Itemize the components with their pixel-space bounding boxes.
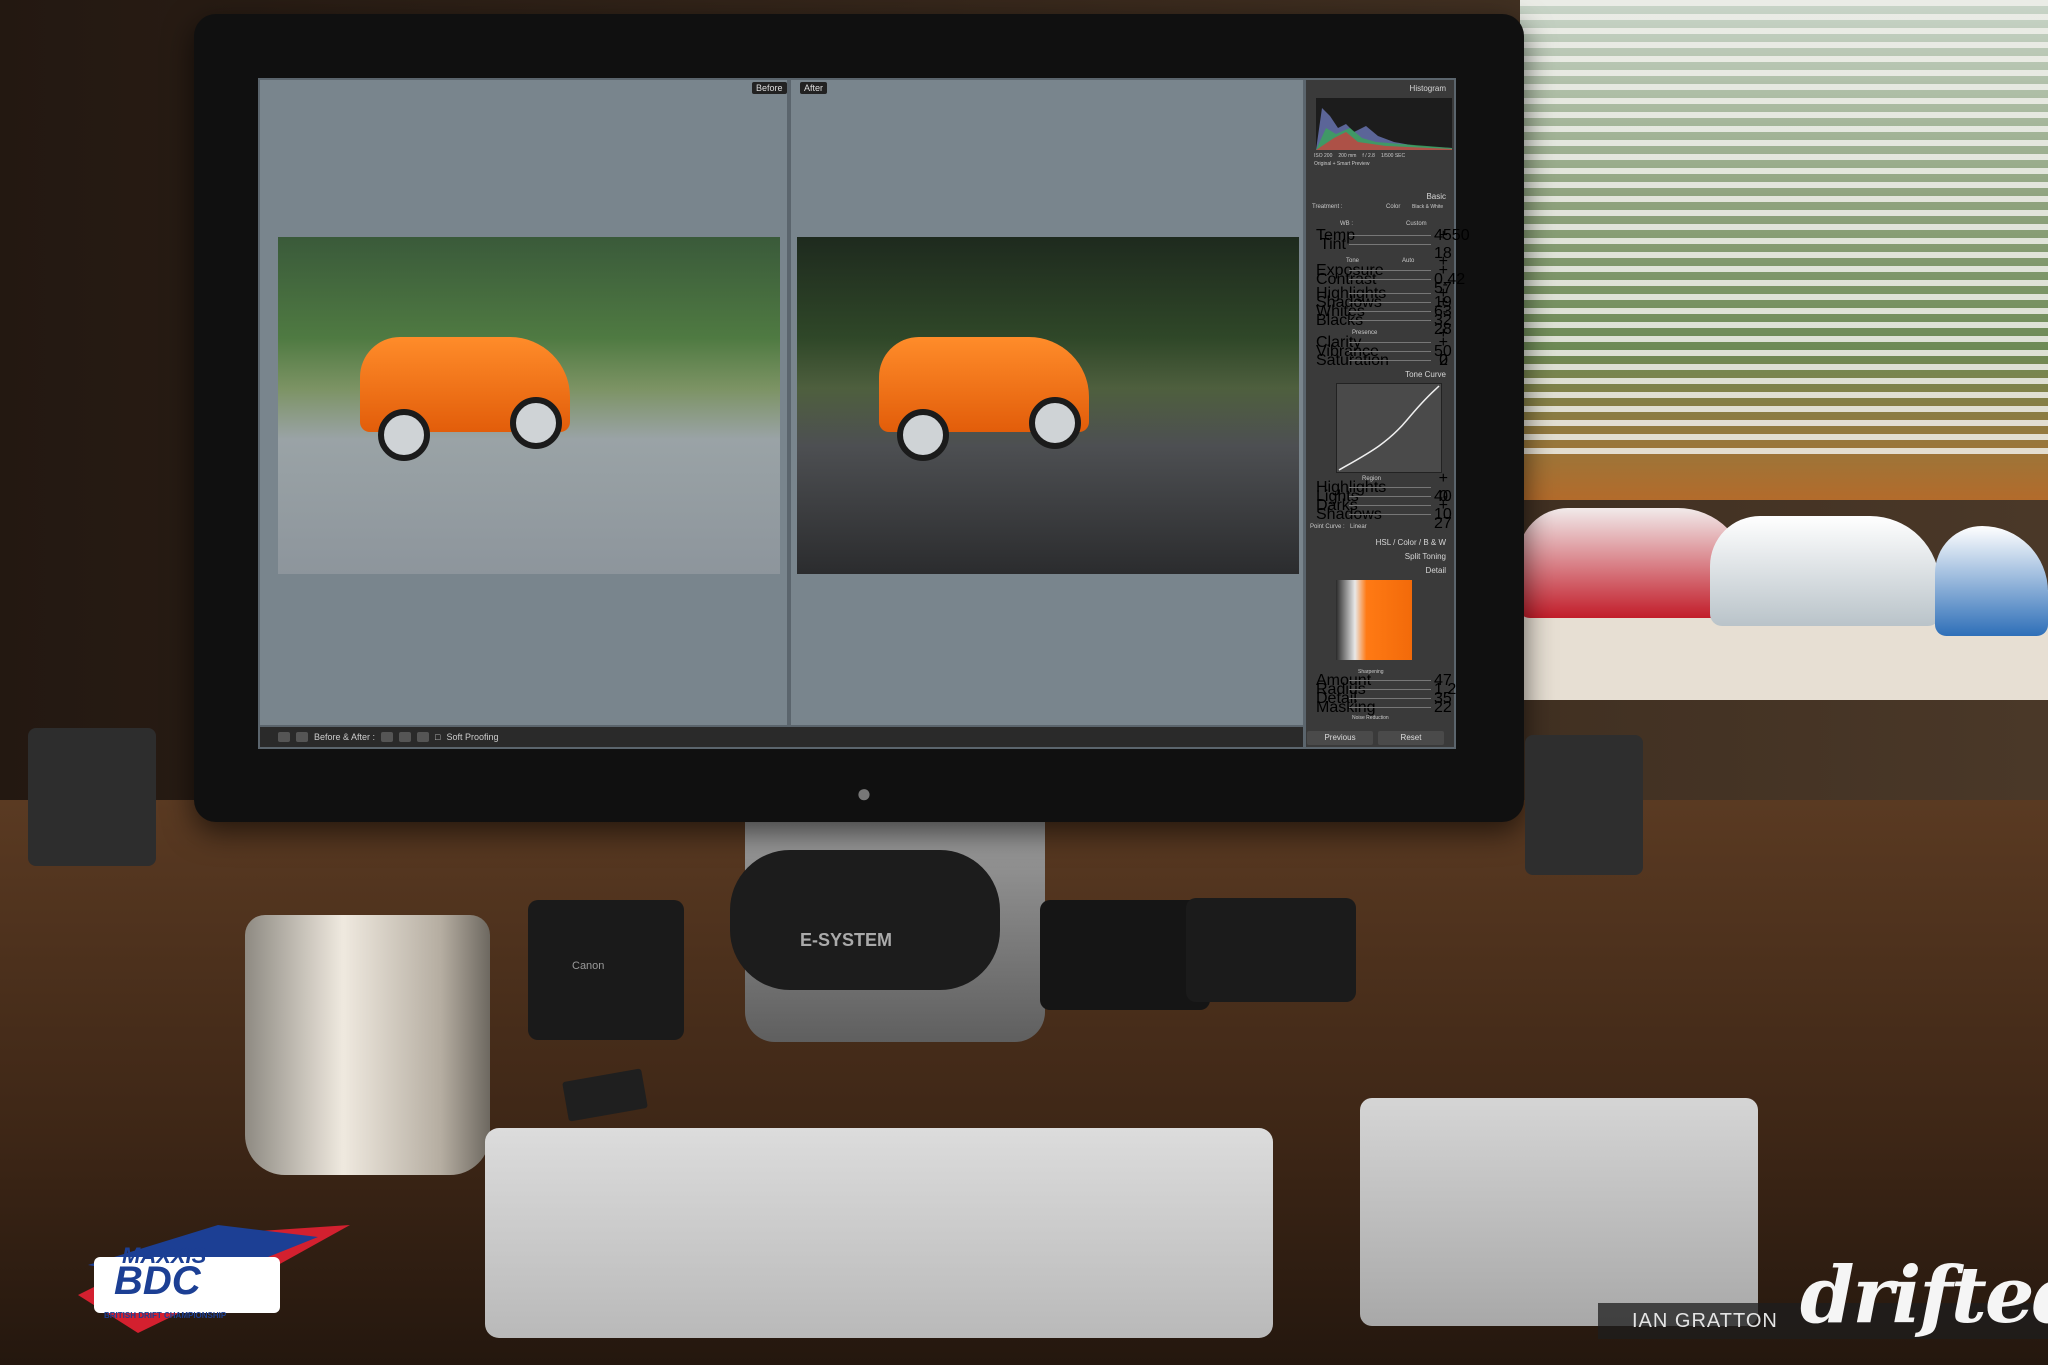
slider-tint[interactable]: Tint + 18 bbox=[1316, 227, 1452, 262]
tone-curve-header[interactable]: Tone Curve bbox=[1306, 370, 1454, 379]
slider-contrast[interactable]: Contrast + 57 bbox=[1316, 262, 1452, 297]
slider-blacks[interactable]: Blacks - 28 bbox=[1316, 303, 1452, 338]
treatment-black-white[interactable]: Black & White bbox=[1412, 204, 1443, 210]
lightroom-toolbar: Before & After : □ Soft Proofing bbox=[260, 727, 1303, 747]
tone-curve-graph[interactable] bbox=[1336, 383, 1442, 473]
treatment-label: Treatment : bbox=[1312, 204, 1343, 210]
auto-button[interactable]: Auto bbox=[1402, 258, 1414, 264]
bdc-main-text: BDC bbox=[114, 1259, 201, 1303]
compare-view-button[interactable] bbox=[296, 732, 308, 742]
copy-before-settings-button[interactable] bbox=[381, 732, 394, 742]
region-slider-shadows[interactable]: Shadows + 27 bbox=[1316, 497, 1452, 532]
reset-button[interactable]: Reset bbox=[1378, 731, 1444, 745]
charger-brand: Canon bbox=[572, 960, 605, 972]
pouch-brand: E-SYSTEM bbox=[800, 930, 893, 950]
external-drive bbox=[1186, 898, 1356, 1002]
keyboard bbox=[485, 1128, 1273, 1338]
bdc-logo: MAXXIS BDC BRITISH DRIFT CHAMPIONSHIP bbox=[78, 1225, 350, 1333]
bdc-sub-text: BRITISH DRIFT CHAMPIONSHIP bbox=[104, 1311, 227, 1320]
apple-logo-icon: ● bbox=[856, 778, 872, 808]
loupe-view-button[interactable] bbox=[278, 732, 290, 742]
smart-preview-label: Original + Smart Preview bbox=[1314, 161, 1370, 167]
drifted-logo: drifted bbox=[1800, 1250, 2048, 1341]
histogram-header[interactable]: Histogram bbox=[1306, 84, 1454, 93]
coffee-mug bbox=[245, 915, 490, 1175]
detail-header[interactable]: Detail bbox=[1306, 566, 1454, 575]
external-drive bbox=[1040, 900, 1210, 1010]
wb-value[interactable]: Custom bbox=[1406, 221, 1427, 227]
point-curve-value[interactable]: Linear bbox=[1350, 524, 1367, 530]
before-label: Before bbox=[752, 82, 787, 94]
after-photo bbox=[797, 237, 1299, 574]
copy-after-settings-button[interactable] bbox=[399, 732, 412, 742]
trackpad bbox=[1360, 1098, 1758, 1326]
hsl-header[interactable]: HSL / Color / B & W bbox=[1306, 538, 1454, 547]
photographer-credit: IAN GRATTON bbox=[1632, 1310, 1778, 1332]
treatment-color[interactable]: Color bbox=[1386, 204, 1400, 210]
detail-preview[interactable] bbox=[1336, 580, 1412, 660]
soft-proofing-checkbox[interactable]: □ bbox=[435, 732, 440, 742]
car-wheel bbox=[897, 409, 949, 461]
window-blinds bbox=[1520, 0, 2048, 460]
before-photo bbox=[278, 237, 780, 574]
car-wheel bbox=[510, 397, 562, 449]
histogram-graph bbox=[1316, 98, 1452, 150]
car-wheel bbox=[1029, 397, 1081, 449]
battery-charger: Canon bbox=[528, 900, 684, 1040]
speaker-left bbox=[28, 728, 156, 866]
toy-car-white bbox=[1710, 516, 1940, 626]
slider-saturation[interactable]: Saturation 0 bbox=[1316, 352, 1448, 369]
basic-header[interactable]: Basic bbox=[1306, 192, 1454, 201]
after-label: After bbox=[800, 82, 828, 94]
split-toning-header[interactable]: Split Toning bbox=[1306, 552, 1454, 561]
swap-settings-button[interactable] bbox=[417, 732, 430, 742]
camera-pouch: E-SYSTEM bbox=[730, 850, 1000, 990]
car-wheel bbox=[378, 409, 430, 461]
sharpening-masking[interactable]: Masking 22 bbox=[1316, 699, 1452, 716]
speaker-right bbox=[1525, 735, 1643, 875]
soft-proofing-label: Soft Proofing bbox=[446, 732, 499, 742]
previous-button[interactable]: Previous bbox=[1307, 731, 1373, 745]
histogram-info: ISO 200 200 mm f / 2.8 1/500 SEC bbox=[1314, 153, 1406, 159]
point-curve-label: Point Curve : bbox=[1310, 524, 1345, 530]
before-after-label: Before & After : bbox=[314, 732, 376, 742]
